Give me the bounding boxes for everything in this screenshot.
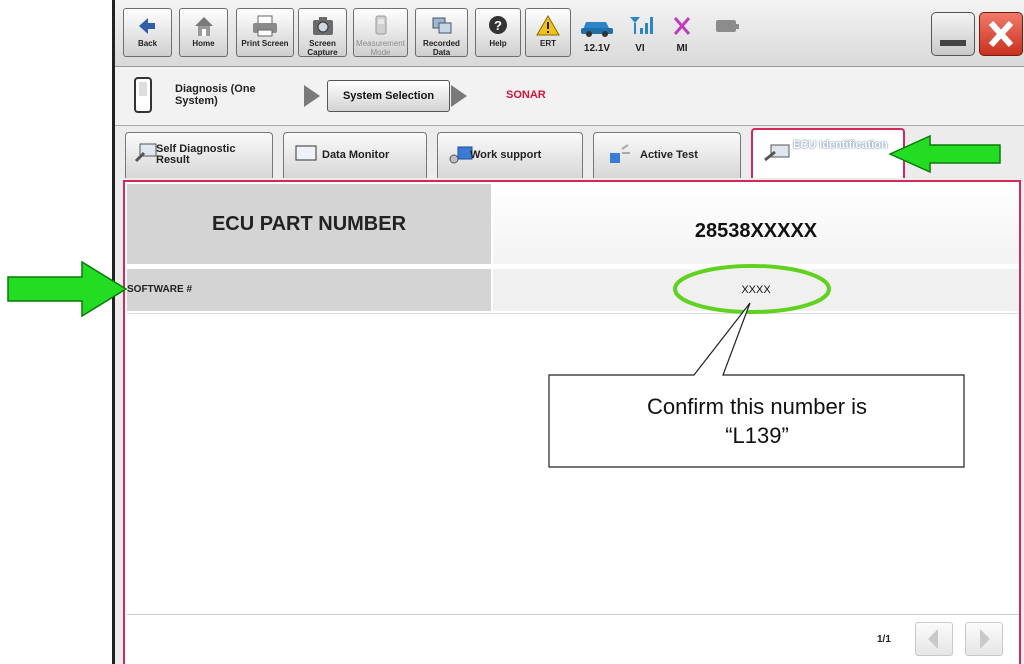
callout-text: Confirm this number is “L139”	[646, 394, 868, 448]
software-pointer-arrow	[7, 260, 128, 318]
tab-pointer-arrow	[888, 134, 1001, 174]
annotation-overlay	[7, 134, 1001, 468]
software-value-highlight	[673, 264, 831, 314]
